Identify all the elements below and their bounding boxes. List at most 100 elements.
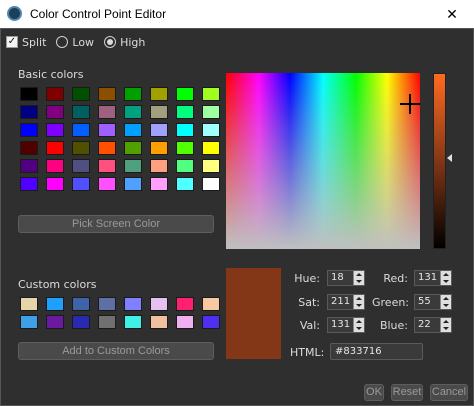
basic-colors-label: Basic colors — [18, 68, 84, 81]
html-color-input[interactable]: #833716 — [330, 343, 423, 360]
basic-color-swatch[interactable] — [46, 123, 64, 137]
basic-color-swatch[interactable] — [98, 105, 116, 119]
basic-color-swatch[interactable] — [98, 87, 116, 101]
mode-options: ✓ Split Low High — [6, 34, 151, 50]
basic-color-swatch[interactable] — [150, 141, 168, 155]
basic-color-swatch[interactable] — [176, 159, 194, 173]
val-value: 131 — [331, 319, 351, 330]
title-bar: Color Control Point Editor ✕ — [0, 0, 474, 28]
custom-color-swatch[interactable] — [176, 315, 194, 329]
basic-color-swatch[interactable] — [124, 159, 142, 173]
custom-color-swatch[interactable] — [202, 297, 220, 311]
cancel-button[interactable]: Cancel — [430, 384, 468, 401]
basic-color-swatch[interactable] — [202, 123, 220, 137]
reset-button[interactable]: Reset — [391, 384, 423, 401]
split-checkbox[interactable]: ✓ — [6, 36, 18, 48]
basic-color-swatch[interactable] — [176, 87, 194, 101]
close-button[interactable]: ✕ — [430, 0, 474, 28]
custom-color-swatch[interactable] — [176, 297, 194, 311]
blue-spin-arrows-icon[interactable] — [440, 318, 451, 332]
red-spin-arrows-icon[interactable] — [440, 271, 451, 285]
val-spinbox[interactable]: 131 — [327, 317, 365, 333]
custom-color-swatch[interactable] — [150, 297, 168, 311]
basic-color-swatch[interactable] — [124, 105, 142, 119]
green-spin-arrows-icon[interactable] — [440, 295, 451, 309]
basic-color-swatch[interactable] — [124, 123, 142, 137]
split-label: Split — [22, 35, 47, 49]
basic-color-swatch[interactable] — [150, 159, 168, 173]
basic-color-swatch[interactable] — [202, 87, 220, 101]
basic-color-swatch[interactable] — [20, 141, 38, 155]
basic-color-swatch[interactable] — [46, 87, 64, 101]
sat-spin-arrows-icon[interactable] — [353, 295, 364, 309]
basic-color-swatch[interactable] — [150, 123, 168, 137]
pick-screen-color-button[interactable]: Pick Screen Color — [18, 215, 214, 233]
basic-color-swatch[interactable] — [72, 105, 90, 119]
hue-spin-arrows-icon[interactable] — [353, 271, 364, 285]
basic-color-swatch[interactable] — [202, 159, 220, 173]
custom-color-swatch[interactable] — [72, 315, 90, 329]
sat-spinbox[interactable]: 211 — [327, 294, 365, 310]
basic-color-swatch[interactable] — [150, 177, 168, 191]
basic-color-swatch[interactable] — [20, 123, 38, 137]
custom-color-swatch[interactable] — [72, 297, 90, 311]
basic-color-swatch[interactable] — [176, 141, 194, 155]
basic-color-swatch[interactable] — [176, 123, 194, 137]
basic-color-swatch[interactable] — [20, 105, 38, 119]
basic-color-swatch[interactable] — [20, 87, 38, 101]
basic-color-swatch[interactable] — [72, 87, 90, 101]
basic-color-swatch[interactable] — [46, 159, 64, 173]
basic-color-swatch[interactable] — [176, 177, 194, 191]
basic-color-swatch[interactable] — [124, 141, 142, 155]
basic-color-swatch[interactable] — [202, 105, 220, 119]
value-slider-arrow-icon[interactable] — [447, 154, 452, 162]
blue-spinbox[interactable]: 22 — [414, 317, 452, 333]
basic-color-swatch[interactable] — [98, 159, 116, 173]
basic-color-swatch[interactable] — [150, 105, 168, 119]
custom-color-swatch[interactable] — [98, 297, 116, 311]
low-radio[interactable] — [56, 36, 69, 48]
hue-label: Hue: — [294, 272, 320, 285]
basic-color-swatch[interactable] — [124, 87, 142, 101]
basic-color-swatch[interactable] — [98, 177, 116, 191]
basic-color-swatch[interactable] — [202, 141, 220, 155]
custom-color-swatch[interactable] — [124, 315, 142, 329]
val-spin-arrows-icon[interactable] — [353, 318, 364, 332]
custom-color-swatch[interactable] — [46, 315, 64, 329]
basic-color-swatch[interactable] — [46, 105, 64, 119]
basic-color-swatch[interactable] — [150, 87, 168, 101]
ok-button[interactable]: OK — [364, 384, 384, 401]
value-slider[interactable] — [433, 73, 446, 249]
add-to-custom-colors-button[interactable]: Add to Custom Colors — [18, 342, 214, 360]
custom-color-swatch[interactable] — [150, 315, 168, 329]
red-spinbox[interactable]: 131 — [414, 270, 452, 286]
basic-color-swatch[interactable] — [72, 159, 90, 173]
high-radio[interactable] — [104, 36, 117, 48]
basic-color-swatch[interactable] — [98, 123, 116, 137]
hue-saturation-spectrum[interactable] — [226, 73, 420, 249]
basic-color-swatch[interactable] — [202, 177, 220, 191]
custom-color-swatch[interactable] — [20, 297, 38, 311]
sat-label: Sat: — [298, 296, 320, 309]
basic-color-swatch[interactable] — [72, 123, 90, 137]
custom-color-swatch[interactable] — [20, 315, 38, 329]
custom-colors-label: Custom colors — [18, 278, 97, 291]
custom-color-swatch[interactable] — [98, 315, 116, 329]
basic-color-swatch[interactable] — [176, 105, 194, 119]
hue-spinbox[interactable]: 18 — [327, 270, 365, 286]
basic-color-swatch[interactable] — [72, 177, 90, 191]
crosshair-cursor-icon[interactable] — [400, 94, 420, 114]
green-spinbox[interactable]: 55 — [414, 294, 452, 310]
basic-color-swatch[interactable] — [98, 141, 116, 155]
basic-color-swatch[interactable] — [46, 141, 64, 155]
custom-color-swatch[interactable] — [202, 315, 220, 329]
custom-color-swatch[interactable] — [46, 297, 64, 311]
green-value: 55 — [418, 296, 431, 307]
basic-color-swatch[interactable] — [46, 177, 64, 191]
basic-color-swatch[interactable] — [72, 141, 90, 155]
custom-color-swatch[interactable] — [124, 297, 142, 311]
green-label: Green: — [372, 296, 410, 309]
basic-color-swatch[interactable] — [124, 177, 142, 191]
basic-color-swatch[interactable] — [20, 159, 38, 173]
basic-color-swatch[interactable] — [20, 177, 38, 191]
